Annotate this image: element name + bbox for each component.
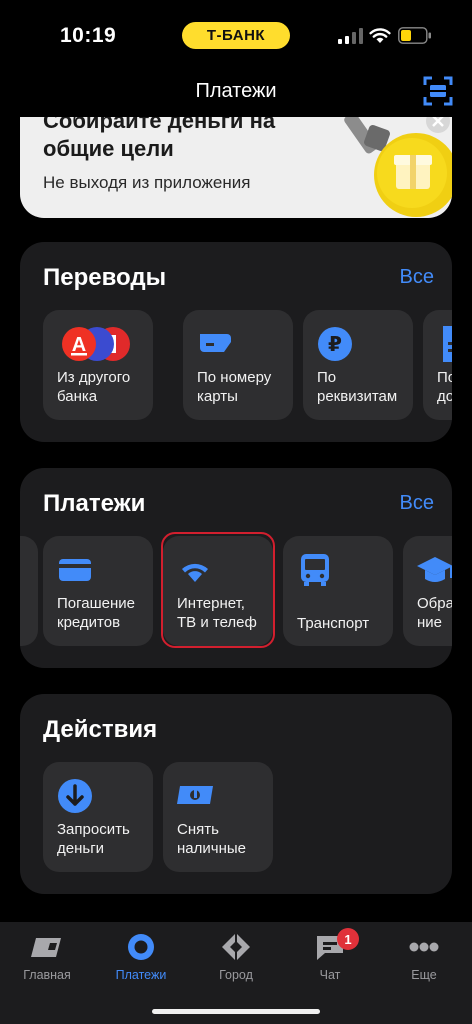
action-request-money[interactable]: Запросить деньги <box>43 762 153 872</box>
gift-coin-illustration <box>344 117 452 217</box>
status-bar: 10:19 Т-БАНК <box>0 0 472 70</box>
tab-label: Еще <box>411 968 437 982</box>
action-withdraw-cash[interactable]: Снять наличные <box>163 762 273 872</box>
tile-label: Из другого банка <box>57 369 131 405</box>
transfers-all-link[interactable]: Все <box>400 266 434 289</box>
payment-transport[interactable]: Транспорт <box>283 536 393 646</box>
ruble-icon: ₽ <box>318 327 352 361</box>
payments-circle-icon <box>128 934 154 960</box>
document-icon <box>443 326 452 362</box>
tab-label: Платежи <box>115 968 167 982</box>
credit-card-icon <box>59 559 91 581</box>
payment-tile-partial[interactable] <box>20 536 38 646</box>
tab-label: Город <box>219 968 253 982</box>
tab-label: Чат <box>319 968 341 982</box>
svg-text:А: А <box>72 334 86 356</box>
transfer-by-requisites[interactable]: ₽ По реквизитам <box>303 310 413 420</box>
bus-icon <box>301 554 329 586</box>
payment-education[interactable]: Обра ние <box>403 536 452 646</box>
cash-icon <box>177 786 213 804</box>
promo-banner[interactable]: Собирайте деньги на общие цели Не выходя… <box>20 117 452 218</box>
card-icon <box>200 334 231 352</box>
wifi-status-icon <box>369 28 391 43</box>
tile-label: Транспорт <box>297 615 370 632</box>
tab-chat[interactable]: 1 Чат <box>295 928 365 982</box>
payment-loan-repayment[interactable]: Погашение кредитов <box>43 536 153 646</box>
tile-label: Запросить деньги <box>57 821 130 857</box>
arrow-down-icon <box>58 779 92 813</box>
tab-payments[interactable]: Платежи <box>106 932 176 982</box>
actions-section: Действия Запросить деньги Снять наличные <box>20 694 452 894</box>
tile-label: По но догово <box>437 369 452 405</box>
more-dots-icon <box>409 942 439 952</box>
tile-label: По номеру карты <box>197 369 272 405</box>
battery-icon <box>398 27 431 44</box>
payments-title: Платежи <box>43 490 146 517</box>
tile-label: Снять наличные <box>177 821 246 857</box>
bank-badge: Т-БАНК <box>182 22 290 49</box>
promo-title: Собирайте деньги на общие цели <box>43 117 276 161</box>
tile-label: Погашение кредитов <box>57 595 135 631</box>
tab-city[interactable]: Город <box>201 932 271 982</box>
status-time: 10:19 <box>60 24 117 47</box>
transfers-title: Переводы <box>43 264 167 291</box>
tile-label: Обра ние <box>417 595 452 631</box>
page-title: Платежи <box>195 80 277 102</box>
promo-subtitle: Не выходя из приложения <box>43 173 251 192</box>
tab-more[interactable]: Еще <box>389 932 459 982</box>
bank-logos-icon: А <box>62 327 130 361</box>
transfer-by-contract[interactable]: По но догово <box>423 310 452 420</box>
highlight-box <box>161 532 275 648</box>
tab-label: Главная <box>23 968 71 982</box>
transfer-from-other-bank[interactable]: А Из другого банка <box>43 310 153 420</box>
tab-home[interactable]: Главная <box>12 932 82 982</box>
city-diamond-icon <box>222 933 250 961</box>
actions-title: Действия <box>43 716 158 743</box>
chat-badge: 1 <box>337 928 359 950</box>
signal-icon <box>338 28 363 44</box>
home-card-icon <box>31 938 61 957</box>
tile-label: По реквизитам <box>317 369 398 405</box>
scan-qr-icon[interactable] <box>423 76 453 106</box>
payments-all-link[interactable]: Все <box>400 492 434 515</box>
svg-text:₽: ₽ <box>328 332 342 356</box>
transfers-section: Переводы Все А Из другого банка По номер… <box>20 242 452 442</box>
transfer-by-card-number[interactable]: По номеру карты <box>183 310 293 420</box>
home-indicator <box>152 1009 320 1014</box>
graduation-cap-icon <box>417 557 452 582</box>
